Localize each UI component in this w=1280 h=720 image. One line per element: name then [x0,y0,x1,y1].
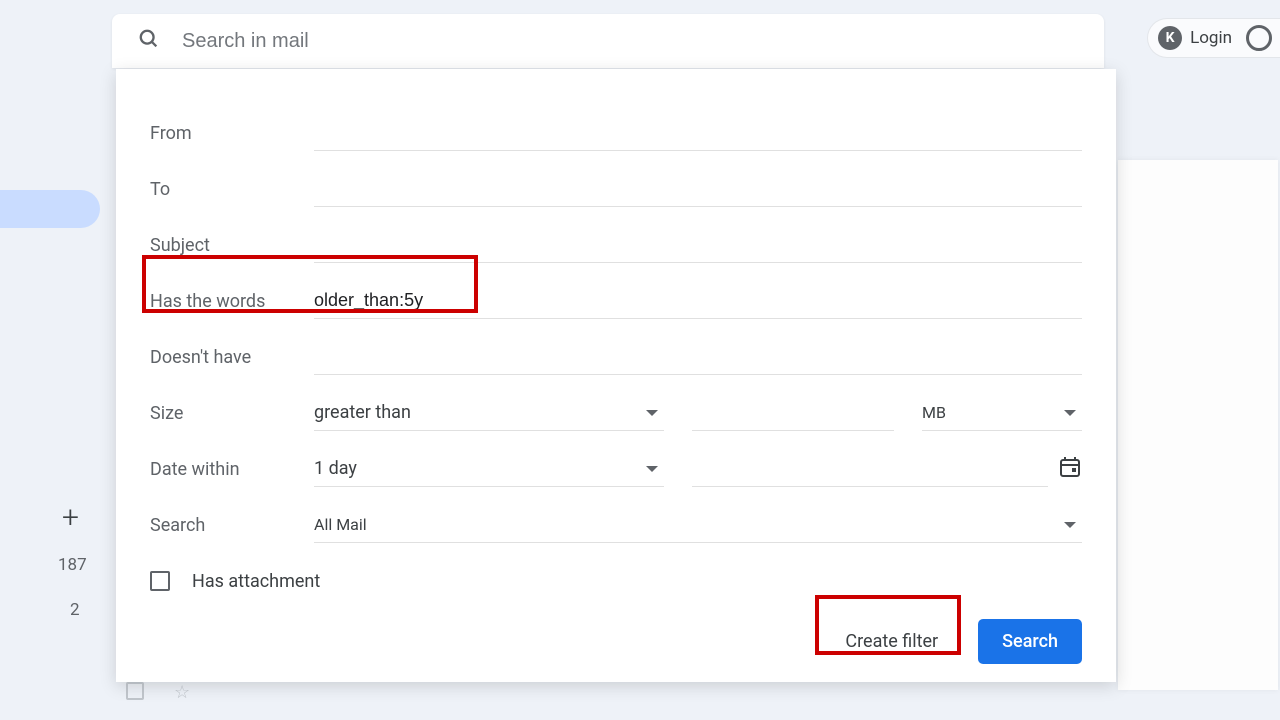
has-words-input[interactable] [314,290,1082,311]
chevron-down-icon [1064,522,1076,528]
date-within-value: 1 day [314,458,357,479]
chevron-down-icon [1064,410,1076,416]
calendar-icon[interactable] [1058,455,1082,483]
doesnt-have-label: Doesn't have [150,347,314,368]
chevron-down-icon [646,410,658,416]
has-attachment-row: Has attachment [150,553,1082,609]
date-within-label: Date within [150,459,314,480]
size-unit-dropdown[interactable]: MB [922,395,1082,431]
date-within-dropdown[interactable]: 1 day [314,451,664,487]
subject-label: Subject [150,235,314,256]
from-label: From [150,123,314,144]
from-row: From [150,105,1082,161]
search-in-value: All Mail [314,515,367,534]
content-behind [1118,160,1278,690]
create-filter-button[interactable]: Create filter [821,619,962,664]
has-attachment-checkbox[interactable] [150,571,170,591]
to-label: To [150,179,314,200]
left-rail: + 187 2 [0,0,110,720]
has-attachment-label: Has attachment [192,571,320,592]
size-value-input-line[interactable] [692,395,894,431]
login-link[interactable]: Login [1190,28,1232,48]
date-row: Date within 1 day [150,441,1082,497]
date-value-input-line[interactable] [692,451,1048,487]
circle-icon[interactable] [1246,25,1272,51]
size-row: Size greater than MB [150,385,1082,441]
subject-input[interactable] [314,234,1082,255]
doesnt-have-row: Doesn't have [150,329,1082,385]
subject-row: Subject [150,217,1082,273]
from-input[interactable] [314,122,1082,143]
search-bar[interactable] [112,14,1104,68]
size-operator-value: greater than [314,402,411,423]
chevron-down-icon [646,466,658,472]
search-icon [138,28,160,54]
size-unit-value: MB [922,403,946,422]
advanced-search-panel: From To Subject Has the words Doesn't ha… [116,69,1116,682]
sidebar-count-1: 187 [58,555,87,575]
search-button[interactable]: Search [978,619,1082,664]
search-input[interactable] [182,30,782,53]
nav-selected-pill[interactable] [0,190,100,228]
obscured-mail-row [126,682,1126,704]
extension-badge-icon[interactable]: K [1158,26,1182,50]
search-in-label: Search [150,515,314,536]
doesnt-have-input[interactable] [314,346,1082,367]
compose-plus-icon[interactable]: + [62,500,79,535]
sidebar-count-2: 2 [70,600,80,620]
has-words-row: Has the words [150,273,1082,329]
to-input[interactable] [314,178,1082,199]
search-in-row: Search All Mail [150,497,1082,553]
size-operator-dropdown[interactable]: greater than [314,395,664,431]
to-row: To [150,161,1082,217]
top-right-controls: K Login [1147,18,1280,58]
has-words-label: Has the words [150,291,314,312]
search-in-dropdown[interactable]: All Mail [314,507,1082,543]
panel-buttons: Create filter Search [150,619,1082,664]
size-label: Size [150,403,314,424]
